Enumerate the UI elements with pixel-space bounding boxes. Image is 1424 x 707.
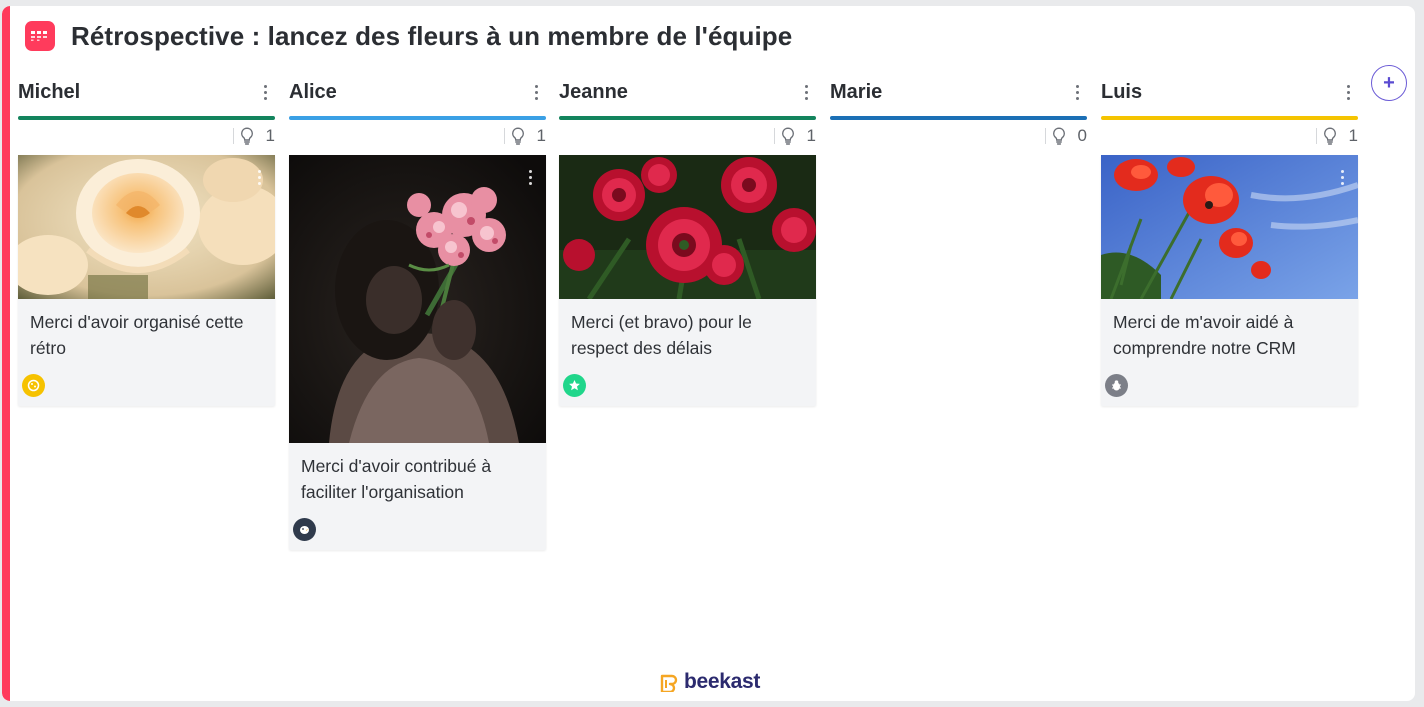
app-logo-icon bbox=[25, 21, 55, 51]
cream-rose-icon bbox=[18, 155, 275, 299]
board-accent-bar bbox=[2, 6, 10, 701]
idea-counter: 0 bbox=[830, 124, 1087, 148]
column-title: Alice bbox=[289, 80, 337, 103]
lightbulb-icon bbox=[511, 127, 524, 145]
idea-counter: 1 bbox=[559, 124, 816, 148]
column-color-line bbox=[559, 116, 816, 120]
idea-counter: 1 bbox=[1101, 124, 1358, 148]
column-michel: Michel 1 bbox=[18, 78, 275, 148]
beekast-logo-icon bbox=[660, 674, 678, 692]
column-title: Michel bbox=[18, 80, 81, 103]
bird-avatar-icon bbox=[293, 518, 316, 541]
page-title: Rétrospective : lancez des fleurs à un m… bbox=[71, 20, 793, 51]
column-title: Marie bbox=[830, 80, 883, 103]
red-ranunculus-icon bbox=[559, 155, 816, 299]
idea-count: 1 bbox=[1348, 126, 1358, 145]
column-menu-icon[interactable] bbox=[796, 82, 816, 102]
card-menu-icon[interactable] bbox=[249, 167, 269, 187]
add-column-button[interactable]: + bbox=[1371, 65, 1407, 101]
lightbulb-icon bbox=[1052, 127, 1065, 145]
lightbulb-icon bbox=[1323, 127, 1336, 145]
column-color-line bbox=[18, 116, 275, 120]
card-text: Merci (et bravo) pour le respect des dél… bbox=[571, 312, 752, 358]
column-color-line bbox=[289, 116, 546, 120]
idea-count: 1 bbox=[806, 126, 816, 145]
lightbulb-icon bbox=[240, 127, 253, 145]
lightbulb-icon bbox=[781, 127, 794, 145]
board: Rétrospective : lancez des fleurs à un m… bbox=[2, 6, 1415, 701]
column-menu-icon[interactable] bbox=[526, 82, 546, 102]
idea-card[interactable]: Merci (et bravo) pour le respect des dél… bbox=[559, 155, 816, 406]
idea-count: 1 bbox=[536, 126, 546, 145]
idea-card[interactable]: Merci d'avoir organisé cette rétro bbox=[18, 155, 275, 406]
column-marie: Marie 0 bbox=[830, 78, 1087, 148]
column-jeanne: Jeanne 1 bbox=[559, 78, 816, 148]
board-header: Rétrospective : lancez des fleurs à un m… bbox=[25, 20, 792, 52]
woman-with-pink-flowers-icon bbox=[289, 155, 546, 443]
cookie-avatar-icon bbox=[22, 374, 45, 397]
idea-card[interactable]: Merci d'avoir contribué à faciliter l'or… bbox=[289, 155, 546, 550]
column-color-line bbox=[830, 116, 1087, 120]
card-text: Merci d'avoir contribué à faciliter l'or… bbox=[301, 456, 492, 502]
card-text: Merci de m'avoir aidé à comprendre notre… bbox=[1113, 312, 1296, 358]
column-alice: Alice 1 bbox=[289, 78, 546, 148]
card-menu-icon[interactable] bbox=[520, 167, 540, 187]
beekast-branding: beekast bbox=[659, 670, 760, 694]
column-menu-icon[interactable] bbox=[255, 82, 275, 102]
column-luis: Luis 1 bbox=[1101, 78, 1358, 148]
column-menu-icon[interactable] bbox=[1338, 82, 1358, 102]
idea-counter: 1 bbox=[289, 124, 546, 148]
card-text: Merci d'avoir organisé cette rétro bbox=[30, 312, 244, 358]
red-poppies-sky-icon bbox=[1101, 155, 1358, 299]
column-color-line bbox=[1101, 116, 1358, 120]
bug-avatar-icon bbox=[1105, 374, 1128, 397]
column-menu-icon[interactable] bbox=[1067, 82, 1087, 102]
column-title: Luis bbox=[1101, 80, 1143, 103]
idea-count: 0 bbox=[1077, 126, 1087, 145]
brand-name: beekast bbox=[684, 670, 761, 693]
idea-counter: 1 bbox=[18, 124, 275, 148]
idea-count: 1 bbox=[265, 126, 275, 145]
star-avatar-icon bbox=[563, 374, 586, 397]
card-menu-icon[interactable] bbox=[1332, 167, 1352, 187]
column-title: Jeanne bbox=[559, 80, 628, 103]
idea-card[interactable]: Merci de m'avoir aidé à comprendre notre… bbox=[1101, 155, 1358, 406]
